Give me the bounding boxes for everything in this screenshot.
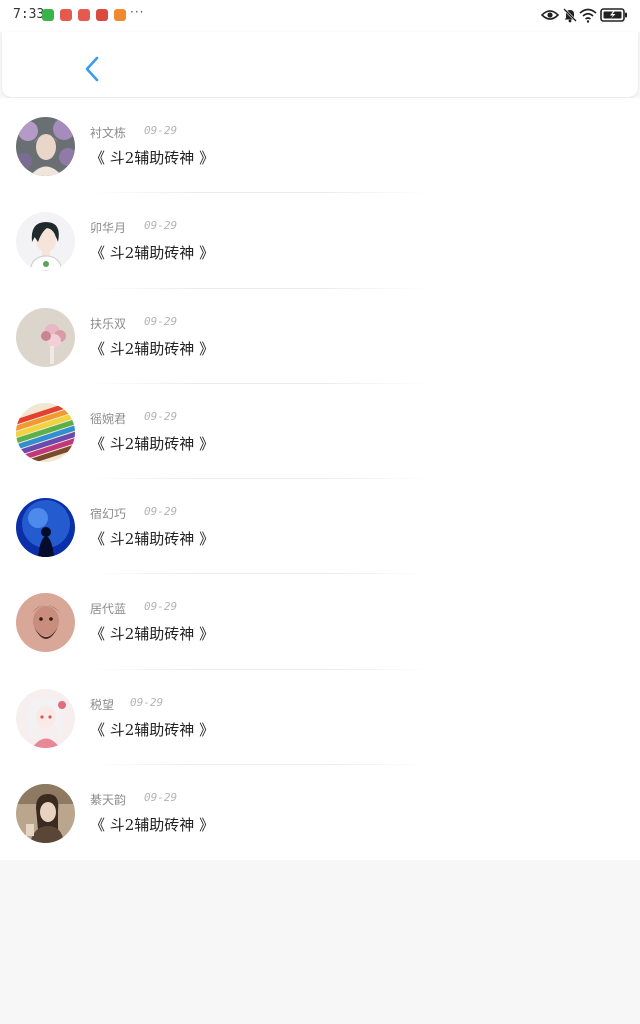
item-title[interactable]: 《 斗2辅助砖神 》: [90, 242, 214, 263]
user-name: 居代蓝: [90, 602, 127, 617]
list-item[interactable]: 税望 09-29 《 斗2辅助砖神 》: [0, 670, 640, 765]
more-notifications-indicator: ···: [130, 5, 145, 19]
status-time: 7:33: [13, 7, 45, 22]
wifi-icon: [579, 8, 597, 23]
list-item[interactable]: 徭婉君 09-29 《 斗2辅助砖神 》: [0, 384, 640, 479]
chevron-left-icon[interactable]: [80, 54, 104, 84]
item-title[interactable]: 《 斗2辅助砖神 》: [90, 433, 214, 454]
list-item[interactable]: 綦天韵 09-29 《 斗2辅助砖神 》: [0, 765, 640, 860]
app-notification-icon: [96, 9, 108, 21]
user-name: 卯华月: [90, 221, 127, 236]
user-name: 徭婉君: [90, 411, 127, 426]
post-date: 09-29: [144, 124, 178, 137]
avatar[interactable]: [16, 212, 75, 272]
top-navigation-bar: [2, 32, 638, 97]
item-title[interactable]: 《 斗2辅助砖神 》: [90, 719, 214, 740]
avatar[interactable]: [16, 307, 75, 367]
list-item[interactable]: 居代蓝 09-29 《 斗2辅助砖神 》: [0, 574, 640, 670]
user-name: 扶乐双: [90, 316, 127, 331]
app-notification-icon: [78, 9, 90, 21]
eye-icon: [541, 10, 559, 20]
avatar[interactable]: [16, 688, 75, 748]
avatar[interactable]: [16, 783, 75, 843]
avatar[interactable]: [16, 498, 75, 557]
post-date: 09-29: [144, 314, 178, 328]
item-title[interactable]: 《 斗2辅助砖神 》: [90, 814, 214, 835]
user-name: 衬文栋: [90, 126, 127, 140]
item-title[interactable]: 《 斗2辅助砖神 》: [90, 338, 214, 359]
list-item[interactable]: 扶乐双 09-29 《 斗2辅助砖神 》: [0, 289, 640, 384]
comment-list: 衬文栋 09-29 《 斗2辅助砖神 》 卯华月 09-29 《 斗2辅助砖神 …: [0, 98, 640, 860]
bell-muted-icon: [563, 8, 577, 23]
user-name: 宿幻巧: [90, 507, 127, 521]
post-date: 09-29: [144, 600, 178, 614]
wechat-icon: [42, 9, 54, 21]
status-bar: 7:33 ···: [0, 0, 640, 32]
post-date: 09-29: [144, 505, 178, 518]
post-date: 09-29: [130, 695, 164, 709]
user-name: 税望: [90, 697, 115, 712]
item-title[interactable]: 《 斗2辅助砖神 》: [90, 623, 214, 644]
battery-charging-icon: [600, 8, 627, 22]
list-item[interactable]: 宿幻巧 09-29 《 斗2辅助砖神 》: [0, 479, 640, 575]
item-title[interactable]: 《 斗2辅助砖神 》: [90, 147, 214, 168]
list-item[interactable]: 卯华月 09-29 《 斗2辅助砖神 》: [0, 193, 640, 289]
list-item[interactable]: 衬文栋 09-29 《 斗2辅助砖神 》: [0, 98, 640, 194]
post-date: 09-29: [144, 219, 178, 233]
post-date: 09-29: [144, 790, 178, 804]
app-notification-icon: [60, 9, 72, 21]
avatar[interactable]: [16, 117, 75, 176]
item-title[interactable]: 《 斗2辅助砖神 》: [90, 528, 214, 549]
post-date: 09-29: [144, 409, 178, 423]
user-name: 綦天韵: [90, 792, 127, 807]
avatar[interactable]: [16, 402, 75, 462]
play-app-icon: [114, 9, 126, 21]
avatar[interactable]: [16, 593, 75, 653]
